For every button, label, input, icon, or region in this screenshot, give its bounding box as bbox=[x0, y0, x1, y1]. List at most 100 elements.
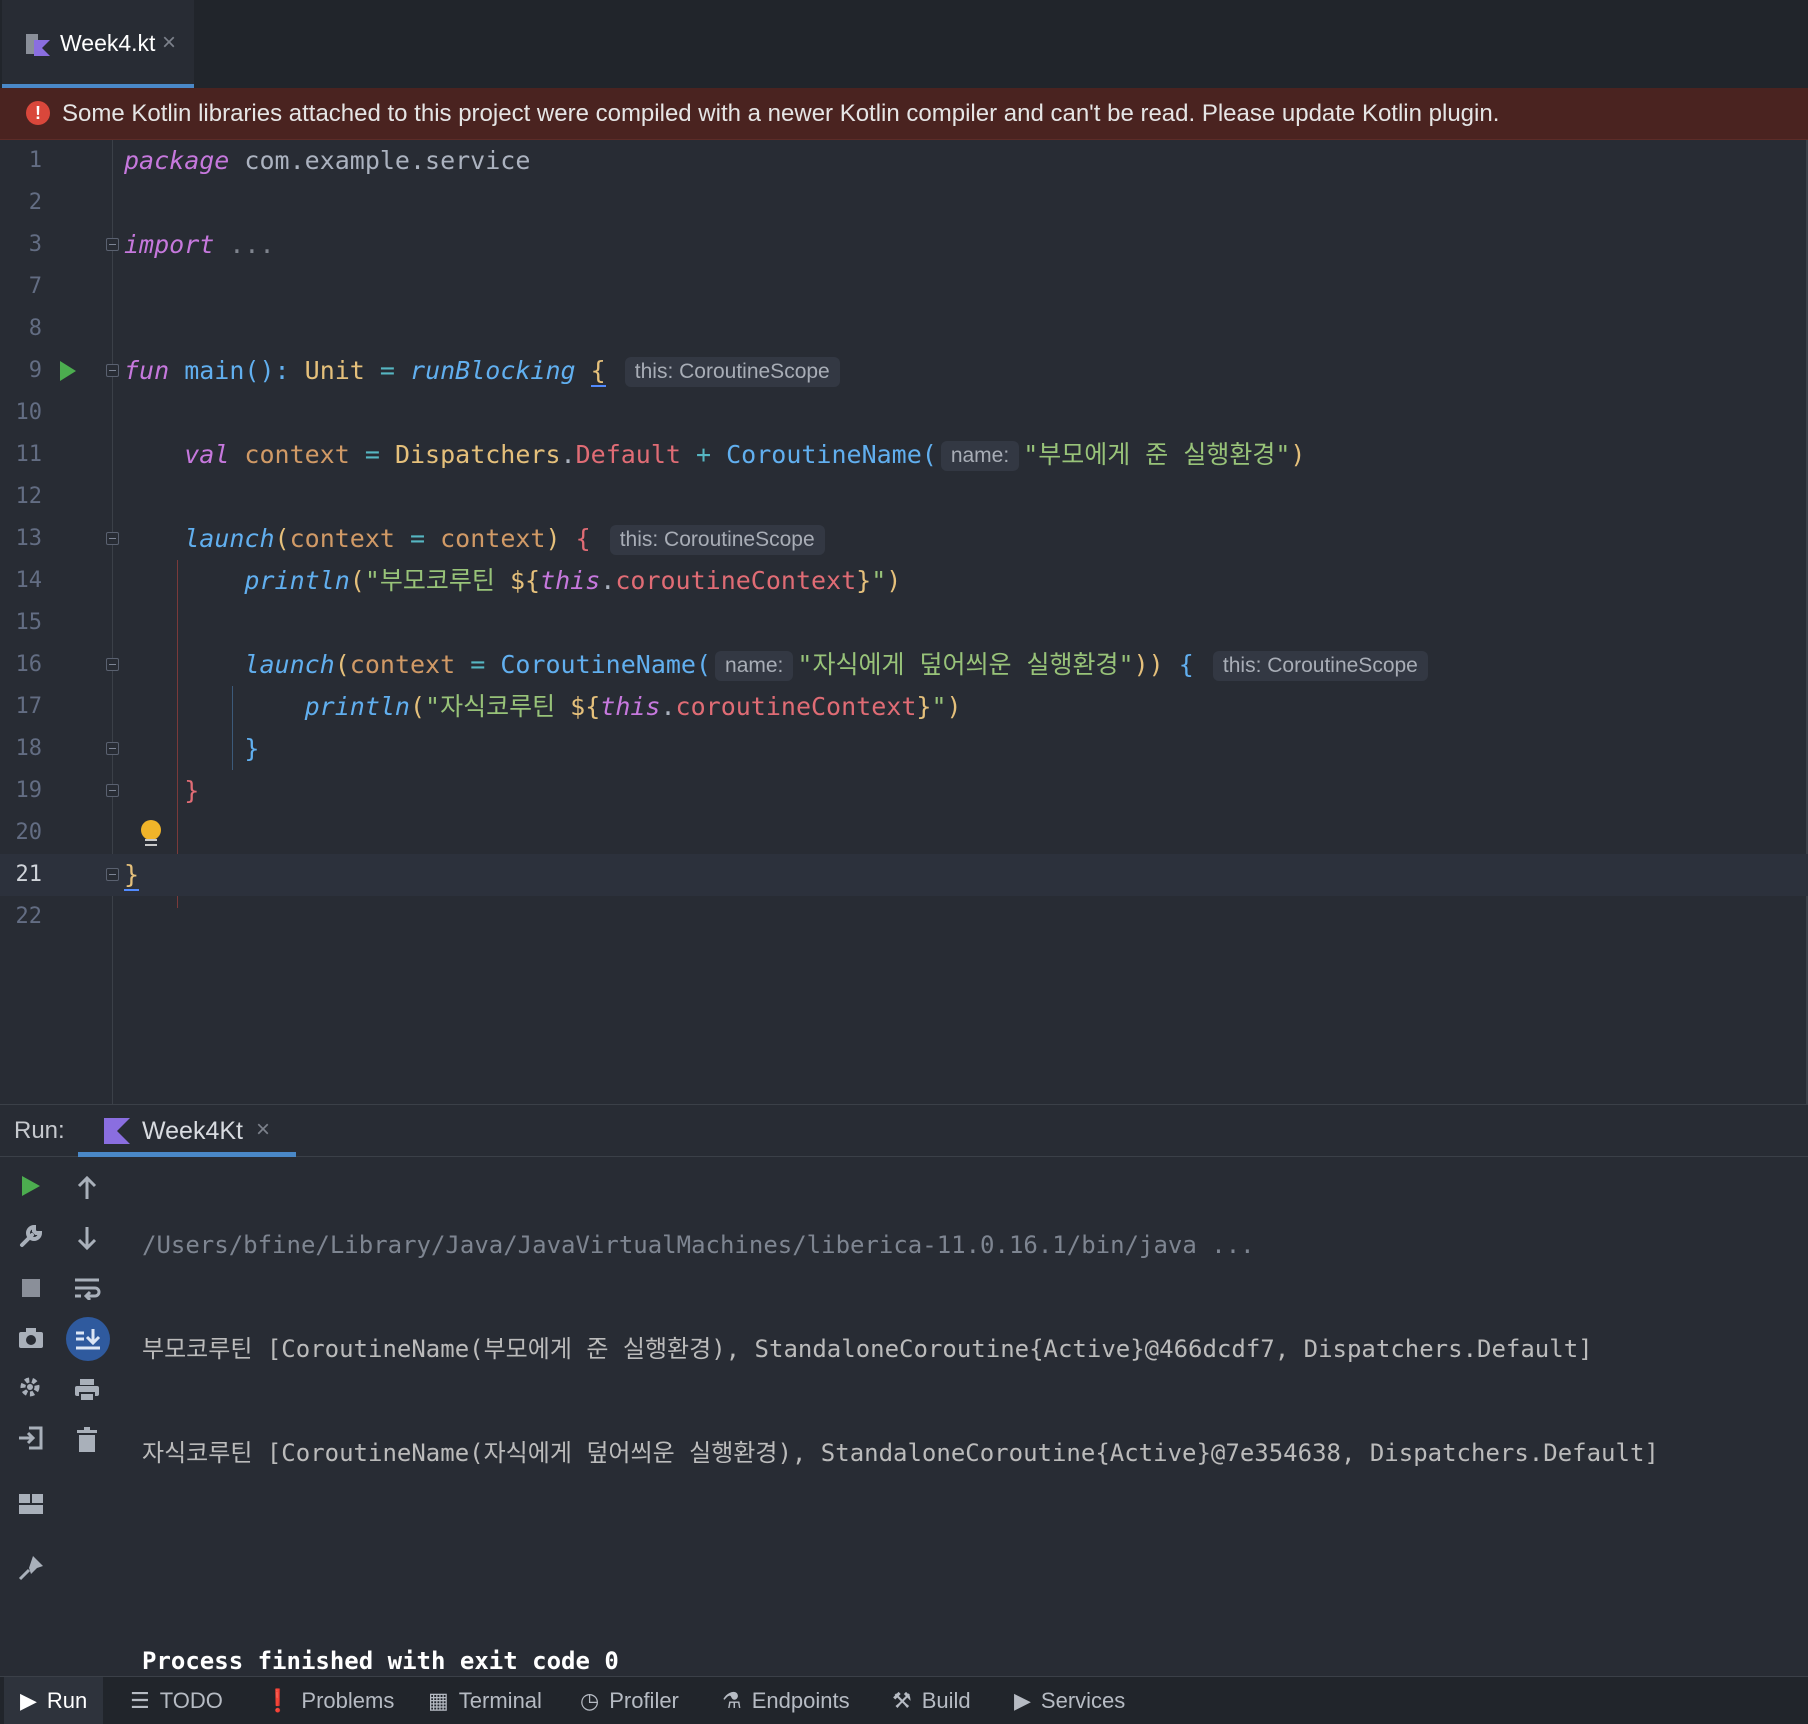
code-line: 1 package com.example.service bbox=[0, 140, 1808, 182]
stripe-label: Build bbox=[921, 1688, 971, 1713]
tab-close-icon[interactable]: × bbox=[162, 29, 176, 57]
code-text: fun main(): Unit = runBlocking { this: C… bbox=[124, 350, 844, 392]
arrow-up-icon[interactable] bbox=[72, 1173, 102, 1203]
inlay-hint: name: bbox=[715, 651, 794, 681]
scroll-to-end-icon[interactable] bbox=[66, 1317, 110, 1361]
code-line: 17 println("자식코루틴 ${this.coroutineContex… bbox=[0, 686, 1808, 728]
run-gutter-icon[interactable] bbox=[60, 361, 76, 381]
stop-icon[interactable] bbox=[16, 1273, 46, 1303]
code-line: 3 import ... bbox=[0, 224, 1808, 266]
kotlin-icon bbox=[104, 1118, 130, 1144]
code-editor[interactable]: 1 package com.example.service 2 3 import… bbox=[0, 140, 1808, 1104]
tab-filename: Week4.kt bbox=[60, 30, 156, 56]
line-number: 20 bbox=[15, 820, 43, 845]
code-line: 8 bbox=[0, 308, 1808, 350]
line-number: 12 bbox=[15, 484, 43, 509]
code-line: 7 bbox=[0, 266, 1808, 308]
stripe-todo[interactable]: ☰ TODO bbox=[130, 1677, 223, 1724]
tool-window-stripe: ▶ Run ☰ TODO ❗ Problems ▦ Terminal ◷ Pro… bbox=[0, 1676, 1808, 1724]
stripe-label: Endpoints bbox=[751, 1688, 850, 1713]
fold-end-icon[interactable] bbox=[106, 742, 119, 755]
fold-collapse-icon[interactable] bbox=[106, 658, 119, 671]
run-header: Run: Week4Kt × bbox=[0, 1105, 1808, 1157]
hammer-icon: ⚒ bbox=[892, 1688, 912, 1713]
stripe-label: Services bbox=[1040, 1688, 1126, 1713]
rerun-icon[interactable] bbox=[16, 1171, 46, 1201]
login-icon[interactable] bbox=[16, 1423, 46, 1453]
code-text: } bbox=[124, 860, 140, 891]
code-text: launch(context = context) { this: Corout… bbox=[124, 518, 829, 560]
print-icon[interactable] bbox=[72, 1375, 102, 1405]
arrow-down-icon[interactable] bbox=[72, 1223, 102, 1253]
code-line: 18 } bbox=[0, 728, 1808, 770]
stripe-label: TODO bbox=[159, 1688, 223, 1713]
stripe-label: Profiler bbox=[609, 1688, 679, 1713]
console-line: 자식코루틴 [CoroutineName(자식에게 덮어씌운 실행환경), St… bbox=[142, 1439, 1659, 1467]
code-text: } bbox=[244, 734, 260, 763]
profiler-icon: ◷ bbox=[580, 1688, 600, 1713]
inlay-hint: this: CoroutineScope bbox=[624, 357, 840, 387]
list-icon: ☰ bbox=[130, 1688, 150, 1713]
line-number: 11 bbox=[15, 442, 43, 467]
editor-tab-week4[interactable]: Week4.kt × bbox=[2, 0, 194, 88]
error-banner-text: Some Kotlin libraries attached to this p… bbox=[62, 100, 1500, 127]
services-icon: ▶ bbox=[1014, 1688, 1031, 1713]
line-number: 18 bbox=[15, 736, 43, 761]
stripe-run[interactable]: ▶ Run bbox=[4, 1677, 104, 1724]
line-number: 8 bbox=[28, 316, 42, 341]
fold-expand-icon[interactable] bbox=[106, 238, 119, 251]
fold-end-icon[interactable] bbox=[106, 784, 119, 797]
line-number: 2 bbox=[28, 190, 42, 215]
line-number: 1 bbox=[28, 148, 42, 173]
run-config-tab[interactable]: Week4Kt × bbox=[78, 1105, 296, 1157]
fold-end-icon[interactable] bbox=[106, 868, 119, 881]
play-icon: ▶ bbox=[20, 1688, 37, 1713]
code-line: 10 bbox=[0, 392, 1808, 434]
console-output[interactable]: /Users/bfine/Library/Java/JavaVirtualMac… bbox=[142, 1165, 1659, 1724]
code-text: } bbox=[184, 776, 200, 805]
stripe-terminal[interactable]: ▦ Terminal bbox=[428, 1677, 542, 1724]
inlay-hint: this: CoroutineScope bbox=[609, 525, 825, 555]
error-icon: ! bbox=[26, 101, 50, 125]
fold-collapse-icon[interactable] bbox=[106, 532, 119, 545]
lightbulb-icon[interactable] bbox=[141, 820, 161, 840]
soft-wrap-icon[interactable] bbox=[72, 1273, 102, 1303]
line-number: 22 bbox=[15, 904, 43, 929]
stripe-services[interactable]: ▶ Services bbox=[1014, 1677, 1125, 1724]
line-number: 15 bbox=[15, 610, 43, 635]
run-tool-window: Run: Week4Kt × /Users/bfine/Library/Java… bbox=[0, 1104, 1808, 1676]
error-banner: ! Some Kotlin libraries attached to this… bbox=[0, 88, 1808, 140]
editor-tab-bar: Week4.kt × bbox=[0, 0, 1808, 88]
code-line: 13 launch(context = context) { this: Cor… bbox=[0, 518, 1808, 560]
wrench-icon[interactable] bbox=[16, 1221, 46, 1251]
layout-icon[interactable] bbox=[16, 1489, 46, 1519]
code-line: 14 println("부모코루틴 ${this.coroutineContex… bbox=[0, 560, 1808, 602]
code-text: launch(context = CoroutineName(name: "자식에… bbox=[124, 644, 1432, 686]
terminal-icon: ▦ bbox=[428, 1688, 449, 1713]
code-line: 19 } bbox=[0, 770, 1808, 812]
stripe-label: Run bbox=[46, 1688, 88, 1713]
stripe-problems[interactable]: ❗ Problems bbox=[264, 1677, 394, 1724]
fold-collapse-icon[interactable] bbox=[106, 364, 119, 377]
inlay-hint: name: bbox=[940, 441, 1020, 471]
run-label: Run: bbox=[14, 1117, 65, 1144]
endpoints-icon: ⚗ bbox=[722, 1688, 742, 1713]
console-line: 부모코루틴 [CoroutineName(부모에게 준 실행환경), Stand… bbox=[142, 1335, 1593, 1363]
code-text: package com.example.service bbox=[124, 146, 531, 175]
console-command-line[interactable]: /Users/bfine/Library/Java/JavaVirtualMac… bbox=[142, 1221, 1659, 1269]
stripe-build[interactable]: ⚒ Build bbox=[892, 1677, 971, 1724]
lightbulb-base bbox=[145, 839, 157, 846]
line-number: 3 bbox=[28, 232, 42, 257]
trash-icon[interactable] bbox=[72, 1425, 102, 1455]
warning-circle-icon: ❗ bbox=[264, 1688, 292, 1713]
pin-icon[interactable] bbox=[16, 1553, 46, 1583]
gear-debug-icon[interactable] bbox=[16, 1373, 46, 1403]
line-number: 9 bbox=[28, 358, 42, 383]
code-line-current: 21 } bbox=[0, 854, 1808, 896]
stripe-endpoints[interactable]: ⚗ Endpoints bbox=[722, 1677, 850, 1724]
code-line: 16 launch(context = CoroutineName(name: "… bbox=[0, 644, 1808, 686]
run-tab-close-icon[interactable]: × bbox=[256, 1116, 270, 1144]
code-text: import ... bbox=[124, 230, 275, 259]
stripe-profiler[interactable]: ◷ Profiler bbox=[580, 1677, 679, 1724]
camera-icon[interactable] bbox=[16, 1323, 46, 1353]
